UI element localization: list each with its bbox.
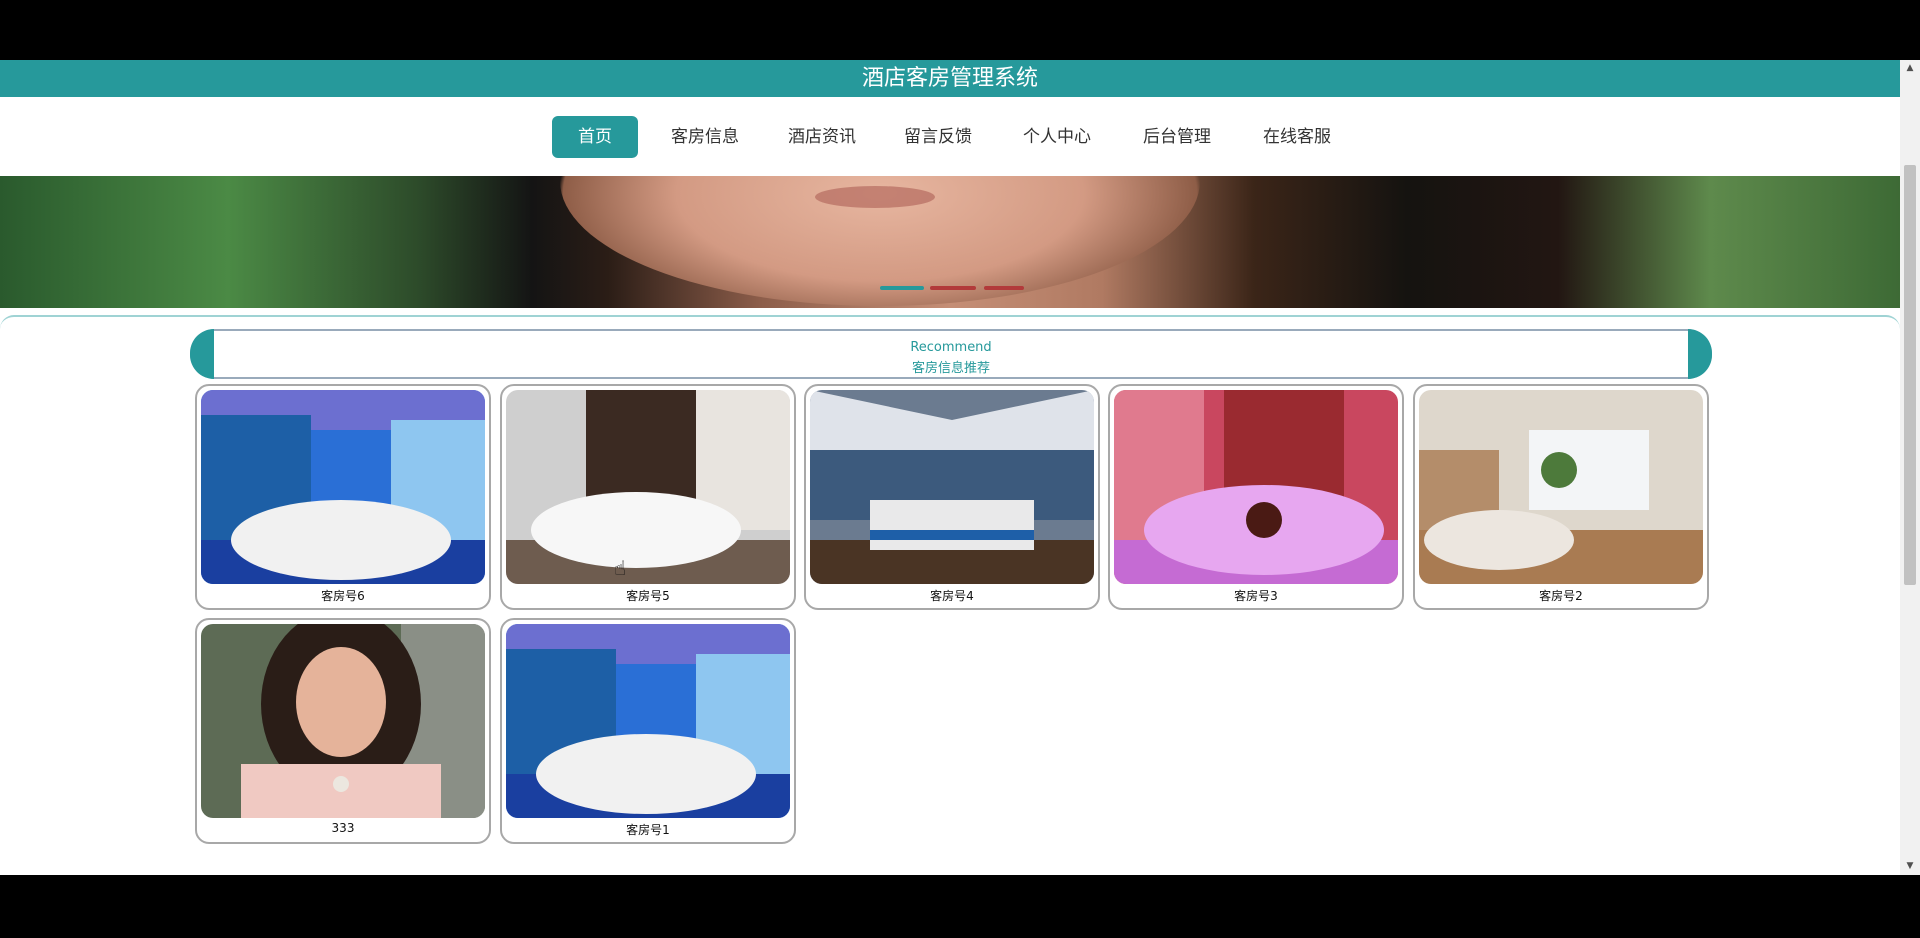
room-card-label: 客房号4: [930, 589, 974, 603]
pink-romance-room-image: [1114, 390, 1398, 584]
room-card-label: 客房号3: [1234, 589, 1278, 603]
recommend-title-cn: 客房信息推荐: [911, 361, 990, 376]
blue-ocean-room-image: [506, 624, 790, 818]
room-card-label: 客房号1: [626, 823, 670, 837]
nav-item-profile[interactable]: 个人中心: [1007, 116, 1107, 158]
room-card[interactable]: 333: [195, 618, 491, 844]
triangle-up-icon[interactable]: ▲: [1900, 60, 1920, 77]
room-card[interactable]: 客房号3: [1108, 384, 1404, 610]
room-card-label: 客房号6: [321, 589, 365, 603]
screen-bottom-letterbox: [0, 875, 1920, 938]
nav-item-rooms[interactable]: 客房信息: [655, 116, 755, 158]
hand-pointer-icon: ☝: [614, 556, 627, 580]
nav-item-feedback[interactable]: 留言反馈: [888, 116, 988, 158]
room-card[interactable]: 客房号2: [1413, 384, 1709, 610]
carousel-dot-3[interactable]: [984, 286, 1024, 290]
screen-top-letterbox: [0, 0, 1920, 60]
scrollbar-thumb[interactable]: [1904, 165, 1916, 585]
room-card[interactable]: 客房号1: [500, 618, 796, 844]
blue-ocean-room-image: [201, 390, 485, 584]
browser-viewport: 酒店客房管理系统 首页 客房信息 酒店资讯 留言反馈 个人中心 后台管理 在线客…: [0, 60, 1920, 875]
page-scrollbar[interactable]: ▲ ▼: [1900, 60, 1920, 875]
room-card[interactable]: 客房号4: [804, 384, 1100, 610]
triangle-down-icon[interactable]: ▼: [1900, 858, 1920, 875]
carousel-dot-2[interactable]: [930, 286, 976, 290]
room-card-label: 333: [331, 821, 355, 835]
carousel-dot-1[interactable]: [880, 286, 924, 290]
main-nav: 首页 客房信息 酒店资讯 留言反馈 个人中心 后台管理 在线客服: [0, 97, 1900, 176]
room-card-label: 客房号5: [626, 589, 670, 603]
bright-suite-room-image: [1419, 390, 1703, 584]
recommend-title-en: Recommend: [910, 340, 992, 355]
nav-item-home[interactable]: 首页: [552, 116, 638, 158]
woman-portrait-image: [201, 624, 485, 818]
recommend-section: Recommend 客房信息推荐 客房号6 客房号5 客房号4 客房号3 客房号…: [0, 315, 1900, 875]
tent-ocean-room-image: [810, 390, 1094, 584]
nav-item-admin[interactable]: 后台管理: [1127, 116, 1227, 158]
recommend-header: Recommend 客房信息推荐: [190, 329, 1712, 379]
modern-white-room-image: [506, 390, 790, 584]
site-title: 酒店客房管理系统: [0, 60, 1900, 97]
room-card-label: 客房号2: [1539, 589, 1583, 603]
room-card[interactable]: 客房号5: [500, 384, 796, 610]
nav-item-news[interactable]: 酒店资讯: [772, 116, 872, 158]
room-card[interactable]: 客房号6: [195, 384, 491, 610]
nav-item-service[interactable]: 在线客服: [1247, 116, 1347, 158]
